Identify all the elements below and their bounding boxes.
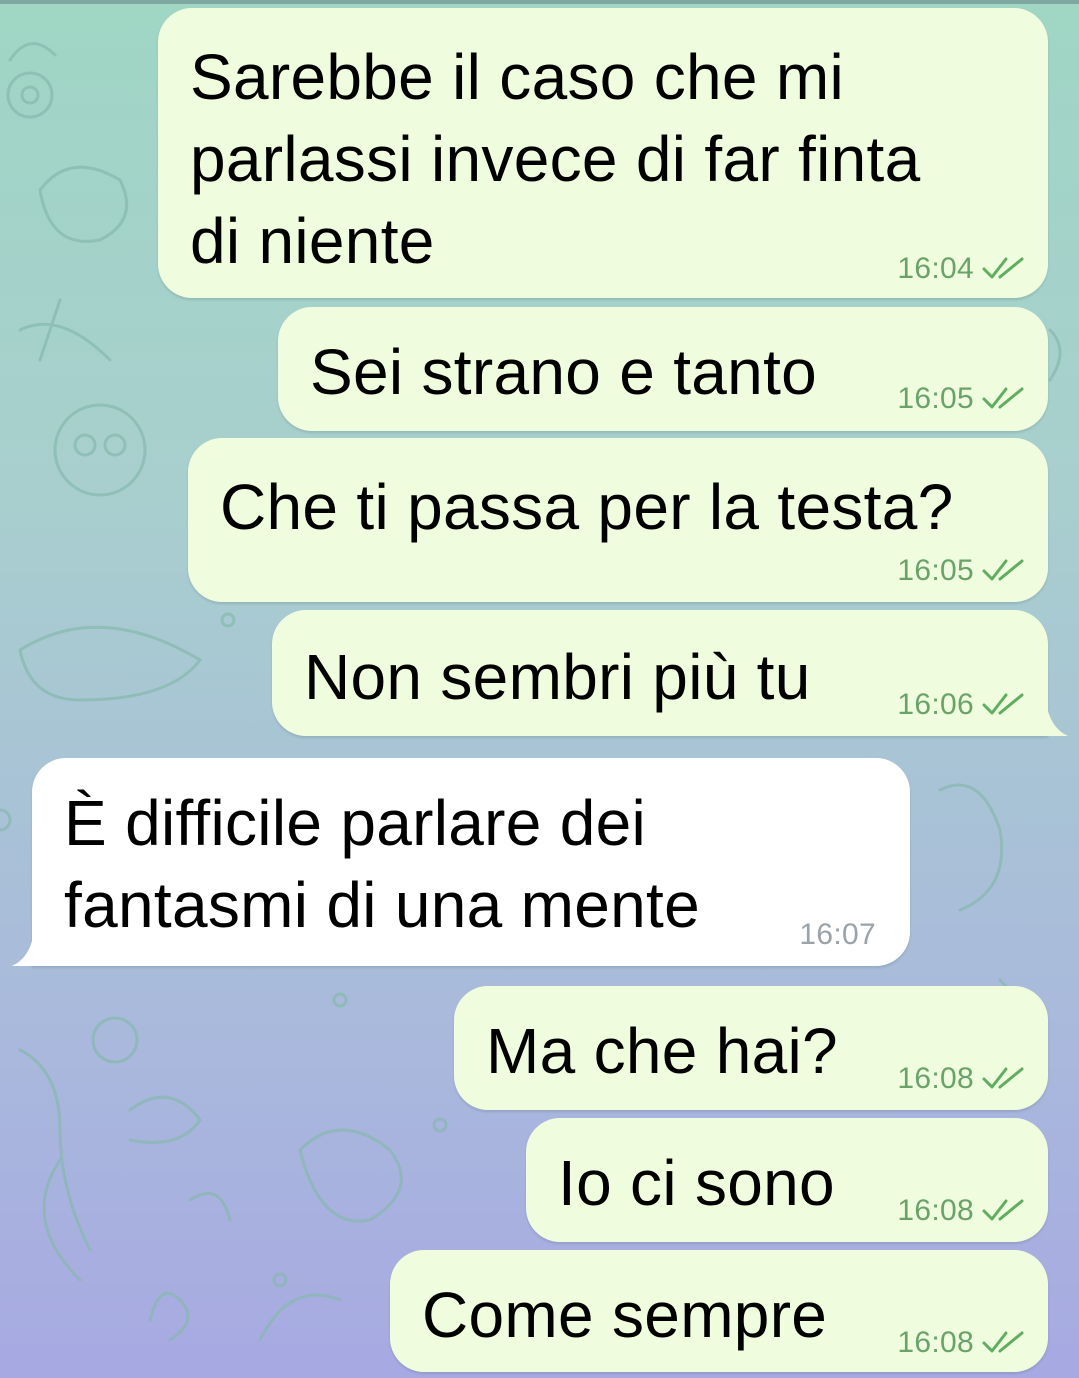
message-text: Come sempre bbox=[422, 1279, 828, 1351]
message-time: 16:07 bbox=[799, 918, 876, 951]
double-check-icon bbox=[982, 1199, 1024, 1221]
message-bubble-incoming[interactable]: È difficile parlare dei fantasmi di una … bbox=[32, 758, 910, 966]
message-bubble-outgoing[interactable]: Come sempre 16:08 bbox=[390, 1250, 1048, 1372]
double-check-icon bbox=[982, 257, 1024, 279]
double-check-icon bbox=[982, 1067, 1024, 1089]
double-check-icon bbox=[982, 559, 1024, 581]
message-meta: 16:05 bbox=[897, 554, 1026, 588]
message-text: di niente bbox=[190, 205, 435, 277]
message-text: Che ti passa per la testa? bbox=[220, 471, 954, 543]
message-meta: 16:05 bbox=[897, 382, 1026, 416]
message-meta: 16:04 bbox=[897, 252, 1026, 286]
message-text: Sarebbe il caso che mi bbox=[190, 41, 845, 113]
bubble-tail bbox=[1046, 702, 1068, 736]
message-meta: 16:08 bbox=[897, 1062, 1026, 1096]
message-meta: 16:08 bbox=[897, 1326, 1026, 1360]
message-bubble-outgoing[interactable]: Non sembri più tu 16:06 bbox=[272, 610, 1048, 736]
message-meta: 16:06 bbox=[897, 688, 1026, 722]
message-time: 16:08 bbox=[897, 1194, 974, 1227]
message-time: 16:08 bbox=[897, 1062, 974, 1095]
bubble-tail bbox=[12, 932, 34, 966]
message-bubble-outgoing[interactable]: Sei strano e tanto 16:05 bbox=[278, 307, 1048, 431]
message-time: 16:05 bbox=[897, 554, 974, 587]
message-text: fantasmi di una mente bbox=[64, 869, 700, 941]
double-check-icon bbox=[982, 387, 1024, 409]
message-text: È difficile parlare dei bbox=[64, 787, 647, 859]
message-text: Sei strano e tanto bbox=[310, 336, 818, 408]
message-bubble-outgoing[interactable]: Che ti passa per la testa? 16:05 bbox=[188, 438, 1048, 602]
message-text: parlassi invece di far finta bbox=[190, 123, 921, 195]
double-check-icon bbox=[982, 1331, 1024, 1353]
message-time: 16:08 bbox=[897, 1326, 974, 1359]
message-bubble-outgoing[interactable]: Sarebbe il caso che mi parlassi invece d… bbox=[158, 8, 1048, 298]
message-bubble-outgoing[interactable]: Ma che hai? 16:08 bbox=[454, 986, 1048, 1110]
message-text: Ma che hai? bbox=[486, 1015, 838, 1087]
message-time: 16:04 bbox=[897, 252, 974, 285]
message-bubble-outgoing[interactable]: Io ci sono 16:08 bbox=[526, 1118, 1048, 1242]
message-time: 16:06 bbox=[897, 688, 974, 721]
message-meta: 16:08 bbox=[897, 1194, 1026, 1228]
message-meta: 16:07 bbox=[799, 918, 876, 952]
message-time: 16:05 bbox=[897, 382, 974, 415]
double-check-icon bbox=[982, 693, 1024, 715]
message-text: Non sembri più tu bbox=[304, 641, 811, 713]
message-text: Io ci sono bbox=[558, 1147, 835, 1219]
